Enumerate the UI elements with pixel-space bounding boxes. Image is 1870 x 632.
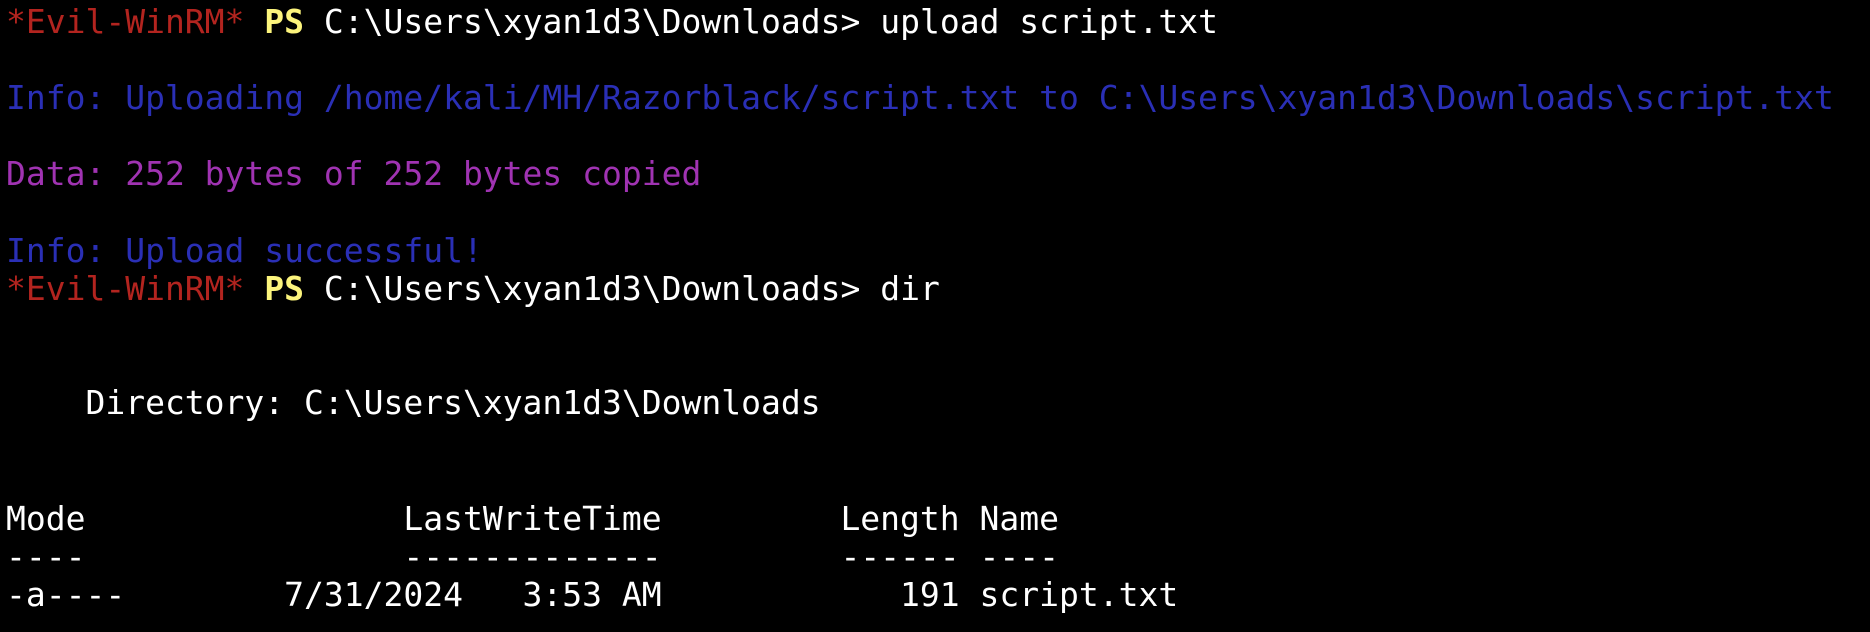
prompt-shell-name: *Evil-WinRM*: [6, 2, 245, 41]
command-text: dir: [860, 269, 940, 308]
prompt-ps-label: PS: [264, 269, 305, 308]
data-copied-message: Data: 252 bytes of 252 bytes copied: [6, 154, 702, 193]
info-success-message: Info: Upload successful!: [6, 231, 483, 270]
prompt-ps-label: PS: [264, 2, 305, 41]
prompt-line-dir: *Evil-WinRM* PS C:\Users\xyan1d3\Downloa…: [6, 270, 940, 308]
directory-heading: Directory: C:\Users\xyan1d3\Downloads: [6, 383, 821, 422]
prompt-shell-name: *Evil-WinRM*: [6, 269, 245, 308]
prompt-path: C:\Users\xyan1d3\Downloads>: [323, 269, 861, 308]
info-uploading-message: Info: Uploading /home/kali/MH/Razorblack…: [6, 78, 1834, 117]
listing-separator-row: ---- ------------- ------ ----: [6, 537, 1059, 576]
prompt-line-upload: *Evil-WinRM* PS C:\Users\xyan1d3\Downloa…: [6, 3, 1218, 41]
prompt-path: C:\Users\xyan1d3\Downloads>: [323, 2, 861, 41]
listing-header-row: Mode LastWriteTime Length Name: [6, 499, 1059, 538]
terminal-window[interactable]: *Evil-WinRM* PS C:\Users\xyan1d3\Downloa…: [0, 0, 1870, 632]
command-text: upload script.txt: [860, 2, 1218, 41]
listing-file-row: -a---- 7/31/2024 3:53 AM 191 script.txt: [6, 575, 1179, 614]
